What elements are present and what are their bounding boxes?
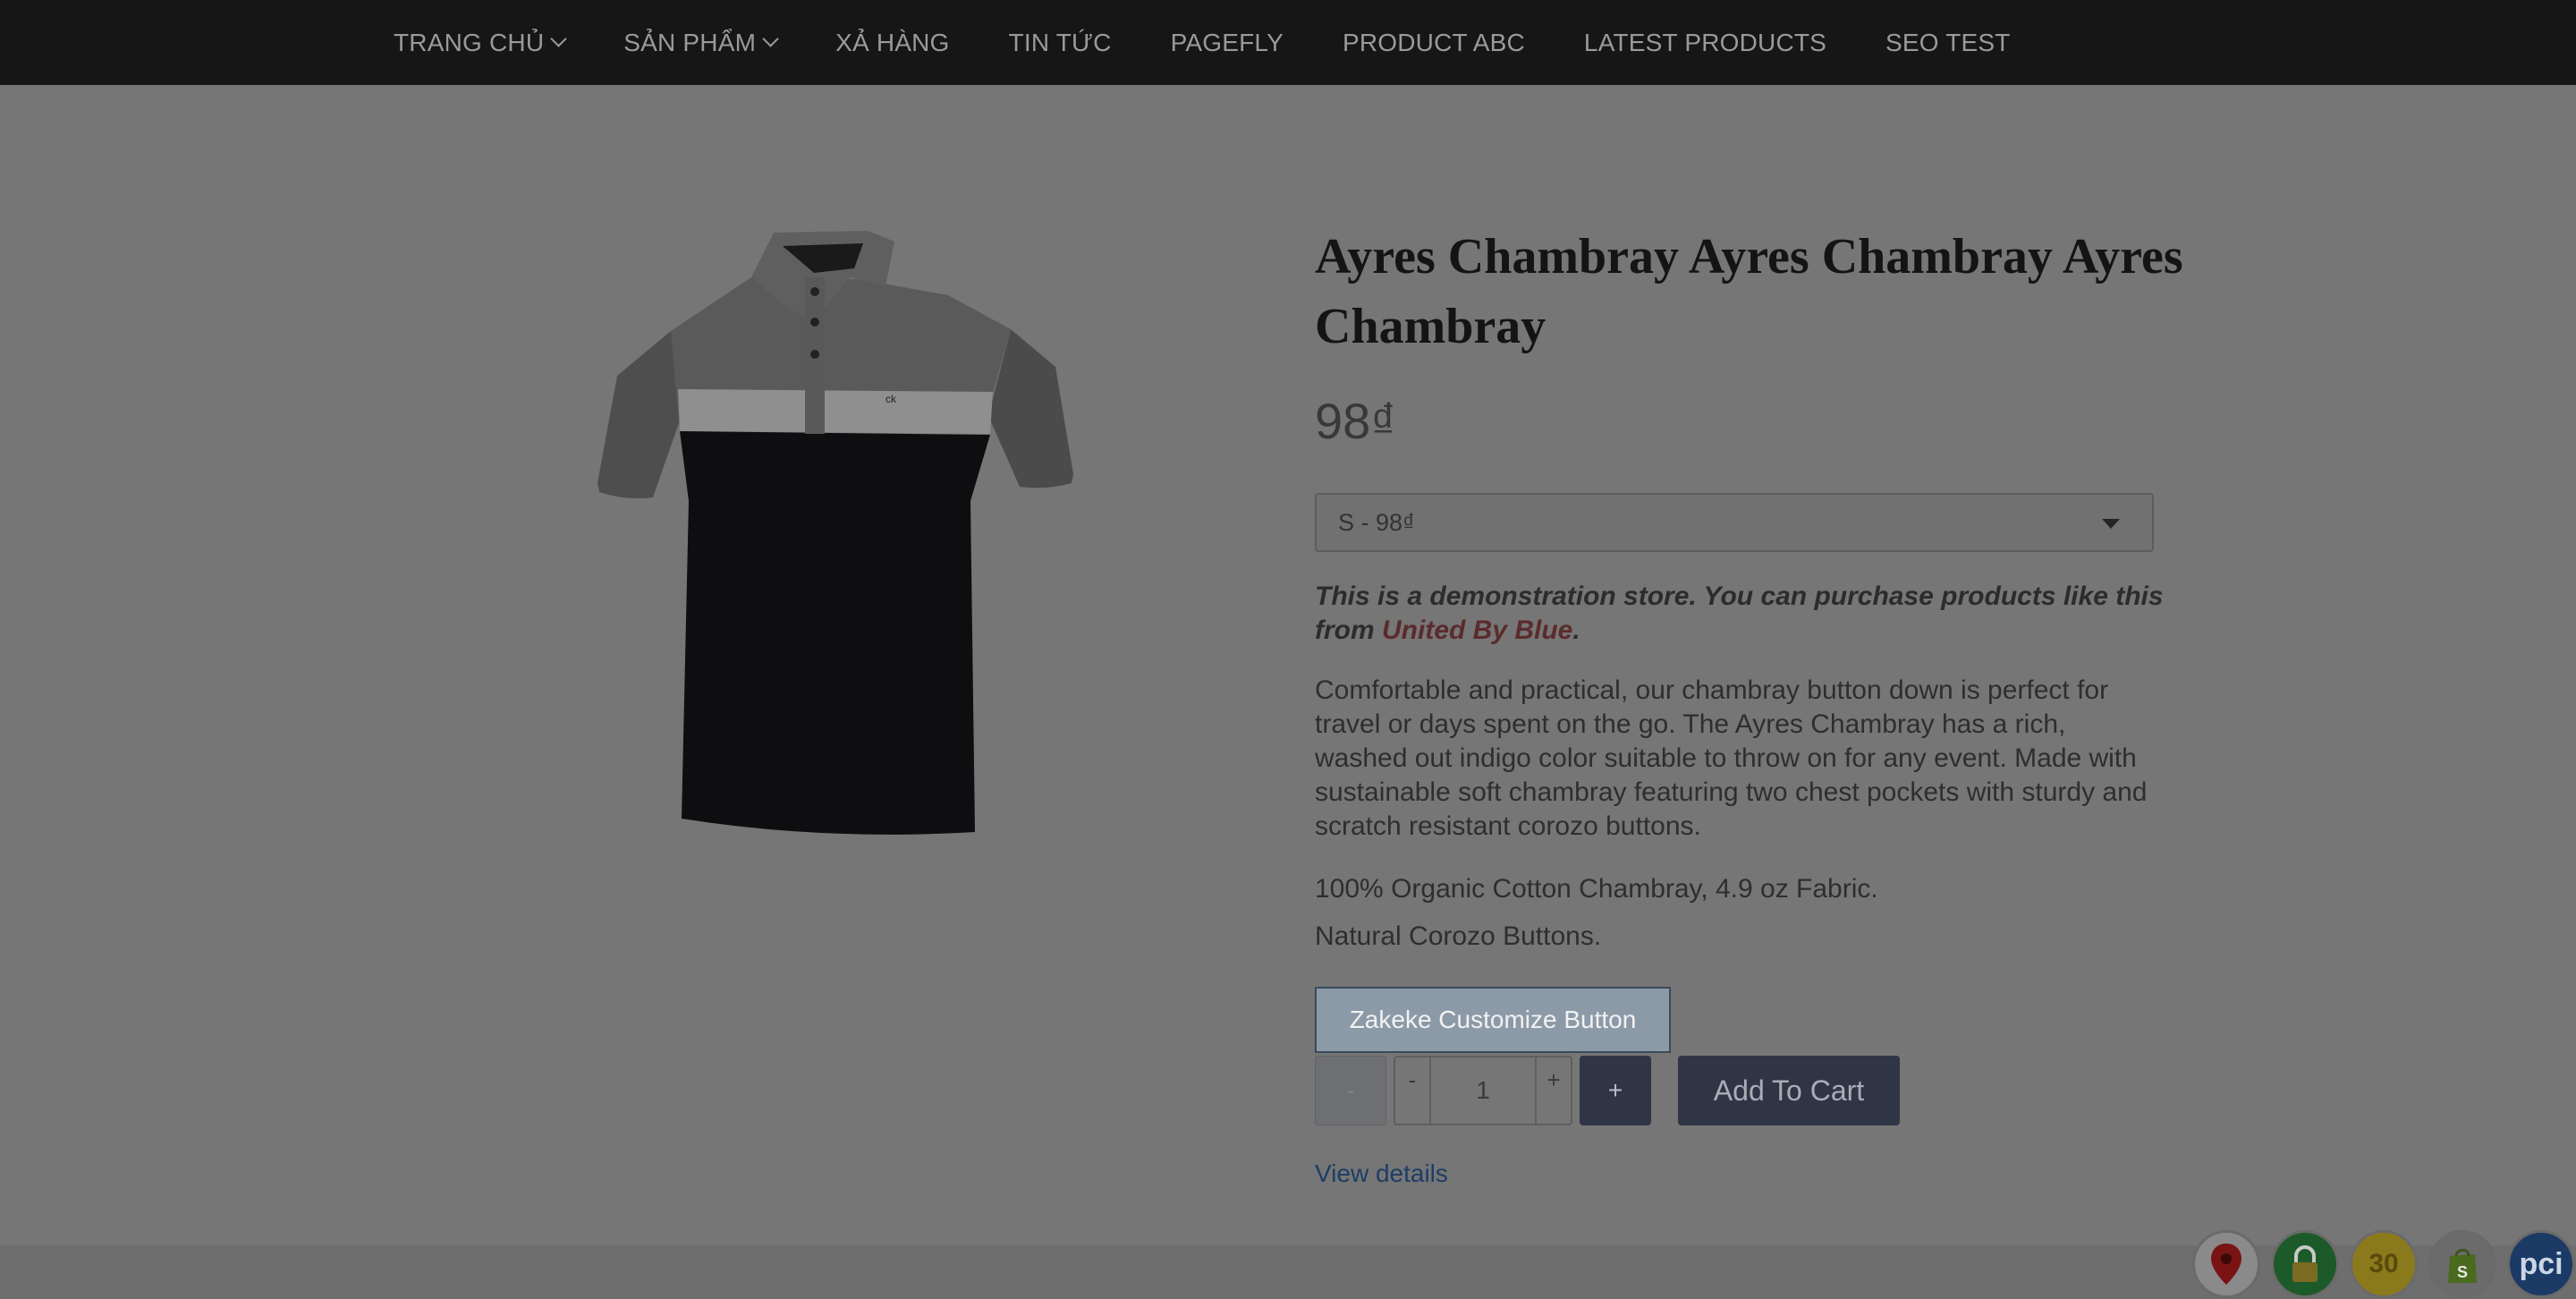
- quantity-plus-small[interactable]: +: [1537, 1057, 1571, 1124]
- quantity-decrease-button[interactable]: -: [1315, 1056, 1386, 1125]
- 30-days-badge[interactable]: 30: [2350, 1230, 2418, 1298]
- shirt-stripe: [678, 389, 993, 434]
- nav-item-san-pham[interactable]: SẢN PHẨM: [623, 28, 779, 57]
- quantity-increase-button[interactable]: +: [1580, 1056, 1651, 1125]
- product-title: Ayres Chambray Ayres Chambray Ayres Cham…: [1315, 229, 2183, 354]
- product-image[interactable]: ck: [590, 224, 1082, 850]
- shirt-button: [810, 318, 819, 327]
- variant-selected-value: S - 98₫: [1338, 508, 1415, 536]
- product-price: 98₫: [1315, 393, 1397, 449]
- nav-item-seo-test[interactable]: SEO TEST: [1885, 29, 2011, 57]
- nav-item-latest-products[interactable]: LATEST PRODUCTS: [1584, 29, 1826, 57]
- nav-item-trang-chu[interactable]: TRANG CHỦ: [394, 28, 567, 57]
- product-description: Comfortable and practical, our chambray …: [1315, 675, 2148, 841]
- svg-text:S: S: [2457, 1263, 2468, 1281]
- shirt-button: [810, 350, 819, 359]
- quantity-stepper: - 1 +: [1394, 1056, 1572, 1125]
- product-spec-buttons: Natural Corozo Buttons.: [1315, 921, 1602, 951]
- quantity-input[interactable]: 1: [1429, 1057, 1537, 1124]
- shirt-button: [810, 287, 819, 296]
- united-by-blue-link[interactable]: United By Blue: [1382, 616, 1572, 645]
- shirt-body-lower: [680, 431, 990, 835]
- demo-notice: This is a demonstration store. You can p…: [1315, 580, 2165, 648]
- nav-item-xa-hang[interactable]: XẢ HÀNG: [835, 29, 949, 57]
- chevron-down-icon: [550, 30, 567, 47]
- view-details-link[interactable]: View details: [1315, 1159, 1448, 1188]
- nav-label: TRANG CHỦ: [394, 28, 545, 56]
- demo-end: .: [1572, 616, 1580, 645]
- nav-item-pagefly[interactable]: PAGEFLY: [1171, 29, 1284, 57]
- footer-strip: [0, 1245, 2576, 1299]
- nav-label: SẢN PHẨM: [623, 28, 757, 56]
- nav-menu: TRANG CHỦ SẢN PHẨM XẢ HÀNG TIN TỨC PAGEF…: [394, 0, 2070, 85]
- nav-item-product-abc[interactable]: PRODUCT ABC: [1343, 29, 1525, 57]
- product-spec-fabric: 100% Organic Cotton Chambray, 4.9 oz Fab…: [1315, 874, 1878, 904]
- lock-icon[interactable]: [2271, 1230, 2339, 1298]
- chevron-down-icon: [762, 30, 779, 47]
- shirt-logo: ck: [886, 393, 897, 405]
- nav-item-tin-tuc[interactable]: TIN TỨC: [1009, 29, 1112, 57]
- shopify-bag-icon[interactable]: S: [2428, 1230, 2496, 1298]
- shirt-left-sleeve: [597, 331, 680, 499]
- zakeke-customize-button[interactable]: Zakeke Customize Button: [1315, 987, 1671, 1053]
- pci-badge[interactable]: pci: [2507, 1230, 2575, 1298]
- variant-select[interactable]: S - 98₫: [1315, 493, 2154, 552]
- quantity-minus-small[interactable]: -: [1395, 1057, 1429, 1124]
- top-navigation: TRANG CHỦ SẢN PHẨM XẢ HÀNG TIN TỨC PAGEF…: [0, 0, 2576, 85]
- trust-badges: 30 S pci: [2192, 1230, 2575, 1298]
- add-to-cart-button[interactable]: Add To Cart: [1678, 1056, 1900, 1125]
- caret-down-icon: [2102, 519, 2120, 529]
- map-pin-icon[interactable]: [2192, 1230, 2260, 1298]
